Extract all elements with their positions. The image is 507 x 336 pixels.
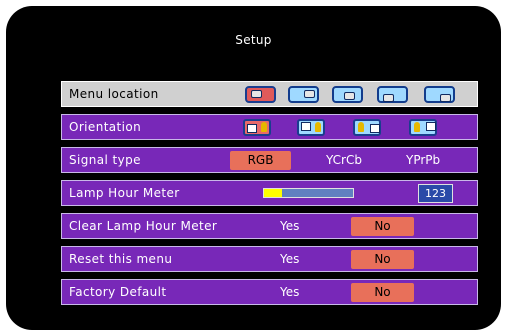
orientation-label: Orientation	[69, 120, 142, 134]
menu-position-top-left-icon[interactable]	[245, 86, 276, 103]
lamp-hour-meter-bar	[263, 188, 354, 198]
rear-desktop-icon[interactable]	[353, 119, 381, 136]
factory-default-label: Factory Default	[69, 285, 167, 299]
reset-menu-no-option[interactable]: No	[351, 250, 414, 269]
menu-location-label: Menu location	[69, 87, 159, 101]
signal-type-row[interactable]: Signal type RGB YCrCb YPrPb	[61, 147, 478, 173]
lamp-hour-meter-label: Lamp Hour Meter	[69, 186, 180, 200]
front-desktop-icon[interactable]	[243, 119, 271, 136]
reset-menu-label: Reset this menu	[69, 252, 173, 266]
menu-position-bottom-right-icon[interactable]	[424, 86, 455, 103]
reset-menu-yes-option[interactable]: Yes	[280, 252, 299, 266]
setup-menu-panel: Setup Menu location Orientation Signal t…	[6, 6, 501, 330]
clear-lamp-hour-meter-label: Clear Lamp Hour Meter	[69, 219, 218, 233]
menu-title: Setup	[235, 33, 272, 47]
factory-default-yes-option[interactable]: Yes	[280, 285, 299, 299]
lamp-hour-value: 123	[418, 184, 453, 203]
factory-default-no-option[interactable]: No	[351, 283, 414, 302]
menu-position-center-icon[interactable]	[332, 86, 363, 103]
lamp-hour-meter-fill	[264, 189, 282, 197]
signal-option-yprpb[interactable]: YPrPb	[406, 153, 440, 167]
clear-lamp-hour-meter-row[interactable]: Clear Lamp Hour Meter Yes No	[61, 213, 478, 239]
rear-ceiling-icon[interactable]	[409, 119, 437, 136]
signal-option-ycrcb[interactable]: YCrCb	[326, 153, 362, 167]
signal-option-rgb[interactable]: RGB	[230, 151, 291, 170]
orientation-row[interactable]: Orientation	[61, 114, 478, 140]
signal-type-label: Signal type	[69, 153, 141, 167]
factory-default-row[interactable]: Factory Default Yes No	[61, 279, 478, 305]
menu-location-row[interactable]: Menu location	[61, 81, 478, 107]
front-ceiling-icon[interactable]	[297, 119, 325, 136]
lamp-hour-meter-row: Lamp Hour Meter 123	[61, 180, 478, 206]
reset-menu-row[interactable]: Reset this menu Yes No	[61, 246, 478, 272]
menu-position-bottom-left-icon[interactable]	[377, 86, 408, 103]
menu-position-top-right-icon[interactable]	[288, 86, 319, 103]
clear-lamp-yes-option[interactable]: Yes	[280, 219, 299, 233]
clear-lamp-no-option[interactable]: No	[351, 217, 414, 236]
